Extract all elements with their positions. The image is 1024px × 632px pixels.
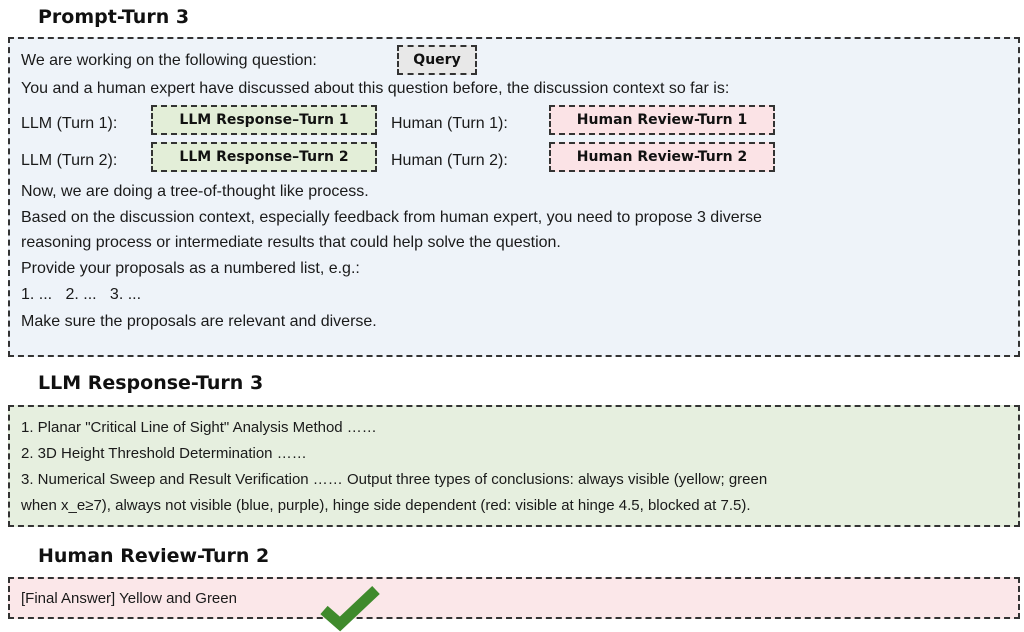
instruction-line: reasoning process or intermediate result… xyxy=(21,234,561,251)
human-review-turn-1-tag: Human Review-Turn 1 xyxy=(549,105,775,135)
human-review-turn-2-tag: Human Review-Turn 2 xyxy=(549,142,775,172)
response-line: when x_e≥7), always not visible (blue, p… xyxy=(21,497,751,514)
prompt-box: We are working on the following question… xyxy=(8,37,1020,357)
instruction-line: 1. ... 2. ... 3. ... xyxy=(21,286,142,303)
query-tag: Query xyxy=(397,45,477,75)
response-line: 3. Numerical Sweep and Result Verificati… xyxy=(21,471,768,488)
intro-line: We are working on the following question… xyxy=(21,52,317,69)
response-line: 2. 3D Height Threshold Determination …… xyxy=(21,445,307,462)
llm-section-title: LLM Response-Turn 3 xyxy=(38,372,264,394)
llm-turn-1-label: LLM (Turn 1): xyxy=(21,115,118,132)
context-line: You and a human expert have discussed ab… xyxy=(21,80,730,97)
checkmark-icon xyxy=(320,586,380,632)
human-turn-2-label: Human (Turn 2): xyxy=(391,152,508,169)
human-section-title: Human Review-Turn 2 xyxy=(38,545,270,567)
human-turn-1-label: Human (Turn 1): xyxy=(391,115,508,132)
instruction-line: Provide your proposals as a numbered lis… xyxy=(21,260,360,277)
instruction-line: Now, we are doing a tree-of-thought like… xyxy=(21,183,369,200)
llm-response-box: 1. Planar "Critical Line of Sight" Analy… xyxy=(8,405,1020,527)
final-answer-text: [Final Answer] Yellow and Green xyxy=(21,590,237,607)
llm-response-turn-1-tag: LLM Response–Turn 1 xyxy=(151,105,377,135)
human-review-box: [Final Answer] Yellow and Green xyxy=(8,577,1020,619)
response-line: 1. Planar "Critical Line of Sight" Analy… xyxy=(21,419,377,436)
instruction-line: Based on the discussion context, especia… xyxy=(21,209,762,226)
llm-turn-2-label: LLM (Turn 2): xyxy=(21,152,118,169)
instruction-line: Make sure the proposals are relevant and… xyxy=(21,313,377,330)
llm-response-turn-2-tag: LLM Response–Turn 2 xyxy=(151,142,377,172)
prompt-section-title: Prompt-Turn 3 xyxy=(38,6,190,28)
